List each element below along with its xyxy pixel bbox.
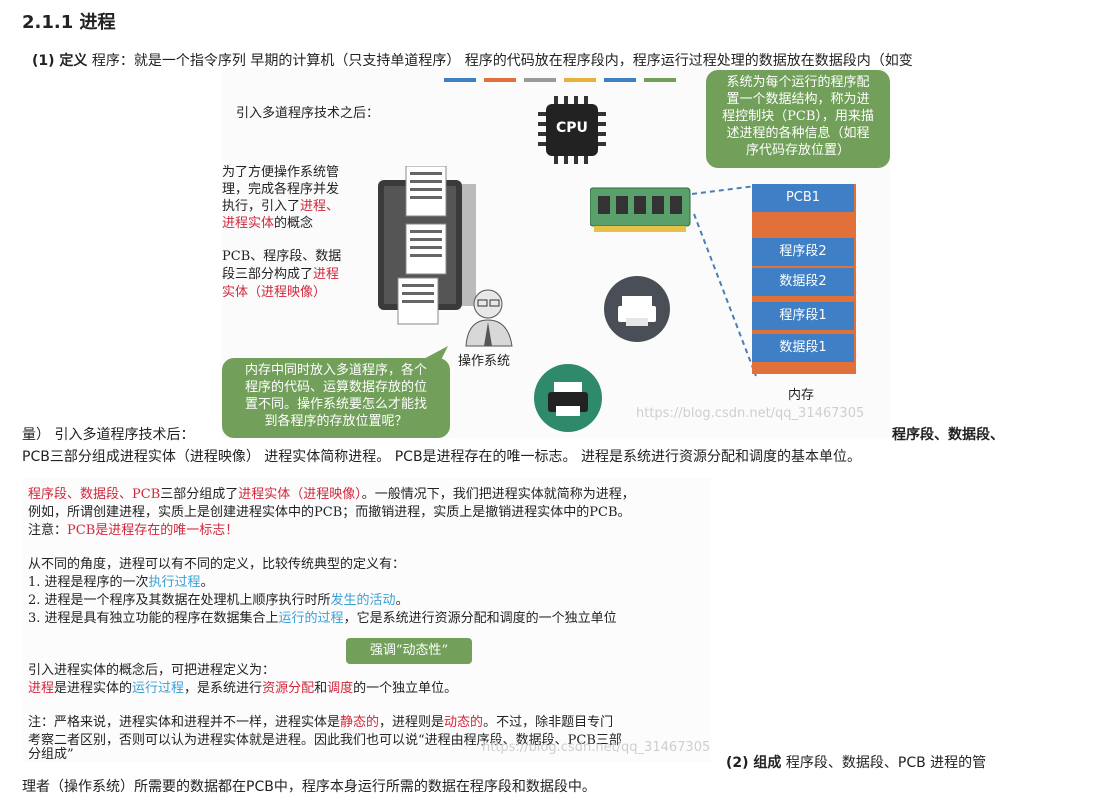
os-label: 操作系统 xyxy=(458,354,511,369)
composition-line2: 理者（操作系统）所需要的数据都在PCB中，程序本身运行所需的数据在程序段和数据段… xyxy=(22,779,596,795)
note-line-5: 1. 进程是程序的一次执行过程。 xyxy=(28,575,214,590)
slide-watermark: https://blog.csdn.net/qq_31467305 xyxy=(636,406,865,421)
para1-cont-left: 量） 引入多道程序技术后： xyxy=(22,427,195,443)
definition-label: (1) 定义 xyxy=(32,53,88,69)
bubble-tail-bottom xyxy=(418,346,448,362)
memory-block-code2: 程序段2 xyxy=(752,238,854,266)
slide-bubble-top: 系统为每个运行的程序配 置一个数据结构，称为进 程控制块（PCB），用来描 述进… xyxy=(706,70,890,168)
slide-text-b: PCB、程序段、数据 段三部分构成了进程 实体（进程映像） xyxy=(222,249,342,300)
slide-text-a: 为了方便操作系统管 理，完成各程序并发 执行，引入了进程、 进程实体的概念 xyxy=(222,165,340,231)
note-line-7: 3. 进程是具有独立功能的程序在数据集合上运行的过程，它是系统进行资源分配和调度… xyxy=(28,611,617,626)
note-line-12: 分组成” xyxy=(28,747,74,762)
notes-figure: 程序段、数据段、PCB三部分组成了进程实体（进程映像）。一般情况下，我们把进程实… xyxy=(22,478,710,762)
composition-text: 程序段、数据段、PCB 进程的管 xyxy=(781,755,987,771)
memory-block-pcb1: PCB1 xyxy=(752,184,854,212)
memory-block-code1: 程序段1 xyxy=(752,302,854,330)
notes-watermark: https://blog.csdn.net/qq_31467305 xyxy=(482,740,711,755)
note-line-4: 从不同的角度，进程可以有不同的定义，比较传统典型的定义有： xyxy=(28,557,406,572)
note-line-10: 注：严格来说，进程实体和进程并不一样，进程实体是静态的，进程则是动态的。不过，除… xyxy=(28,715,614,730)
slide-bubble-bottom: 内存中同时放入多道程序，各个 程序的代码、运算数据存放的位 置不同。操作系统要怎… xyxy=(222,358,450,438)
printer-icon xyxy=(604,276,670,342)
cpu-label: CPU xyxy=(556,120,588,136)
color-stripes xyxy=(444,78,676,82)
operating-system-person-icon xyxy=(465,289,513,347)
memory-label: 内存 xyxy=(788,388,815,403)
note-line-2: 例如，所谓创建进程，实质上是创建进程实体中的PCB；而撤销进程，实质上是撤销进程… xyxy=(28,505,631,520)
para1-cont-line2: PCB三部分组成进程实体（进程映像） 进程实体简称进程。 PCB是进程存在的唯一… xyxy=(22,449,861,465)
composition-label: (2) 组成 xyxy=(726,755,782,771)
memory-module-icon xyxy=(590,187,691,232)
note-bubble: 强调“动态性” xyxy=(346,638,472,664)
section-heading: 2.1.1 进程 xyxy=(22,12,116,33)
memory-block-data1: 数据段1 xyxy=(752,334,854,362)
slide-intro: 引入多道程序技术之后： xyxy=(236,106,380,121)
memory-block-data2: 数据段2 xyxy=(752,268,854,296)
definition-text: 程序：就是一个指令序列 早期的计算机（只支持单道程序） 程序的代码放在程序段内，… xyxy=(87,53,913,69)
note-line-1: 程序段、数据段、PCB三部分组成了进程实体（进程映像）。一般情况下，我们把进程实… xyxy=(28,487,635,502)
note-line-6: 2. 进程是一个程序及其数据在处理机上顺序执行时所发生的活动。 xyxy=(28,593,409,608)
definition-paragraph: (1) 定义 程序：就是一个指令序列 早期的计算机（只支持单道程序） 程序的代码… xyxy=(32,50,913,70)
composition-paragraph: (2) 组成 程序段、数据段、PCB 进程的管 xyxy=(726,752,986,772)
para1-cont-right: 程序段、数据段、 xyxy=(892,427,1004,443)
note-line-3: 注意：PCB是进程存在的唯一标志！ xyxy=(28,523,239,538)
note-line-9: 进程是进程实体的运行过程，是系统进行资源分配和调度的一个独立单位。 xyxy=(28,681,458,696)
note-line-8: 引入进程实体的概念后，可把进程定义为： xyxy=(28,663,276,678)
printer-green-icon xyxy=(534,364,602,432)
